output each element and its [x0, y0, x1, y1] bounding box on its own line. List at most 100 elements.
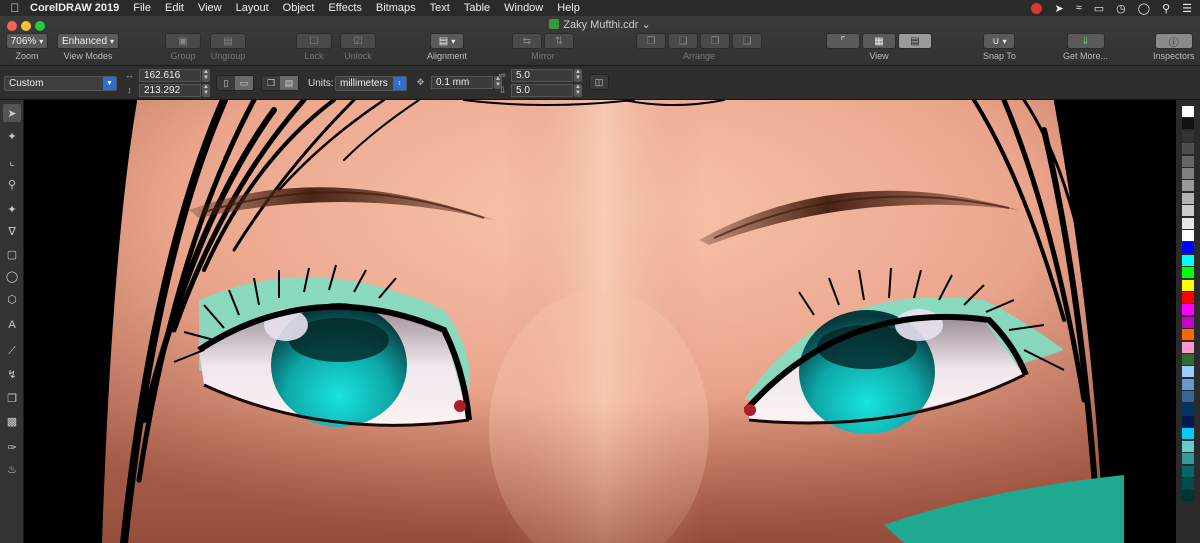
color-swatch[interactable]	[1182, 440, 1194, 452]
color-swatch[interactable]	[1182, 329, 1194, 341]
view-grid-button[interactable]: ▦	[862, 33, 896, 49]
page-width-stepper[interactable]: ▲ ▼	[202, 69, 210, 82]
units-select[interactable]: millimeters ↕	[335, 76, 407, 91]
color-swatch[interactable]	[1182, 254, 1194, 266]
eyedropper-tool-icon[interactable]: ✑	[3, 438, 21, 456]
menu-text[interactable]: Text	[430, 2, 450, 14]
color-swatch[interactable]	[1182, 192, 1194, 204]
back-one-button[interactable]: ❑	[732, 33, 762, 49]
color-swatch[interactable]	[1182, 118, 1194, 130]
color-swatch[interactable]	[1182, 230, 1194, 241]
connector-tool-icon[interactable]: ↯	[3, 365, 21, 383]
color-swatch[interactable]	[1182, 242, 1194, 254]
duplicate-x-stepper[interactable]: ▲ ▼	[574, 69, 582, 82]
spotlight-icon[interactable]: ⚲	[1162, 2, 1170, 15]
menu-object[interactable]: Object	[283, 2, 315, 14]
color-swatch[interactable]	[1182, 416, 1194, 427]
to-front-button[interactable]: ❐	[636, 33, 666, 49]
page-size-select[interactable]: Custom ▼	[4, 76, 117, 91]
group-button[interactable]: ▣	[165, 33, 201, 49]
color-swatch[interactable]	[1182, 341, 1194, 353]
menu-layout[interactable]: Layout	[236, 2, 269, 14]
alignment-dropdown[interactable]: ▤ ▾	[430, 33, 465, 49]
crop-tool-icon[interactable]: ⌞	[3, 152, 21, 170]
mirror-vertical-button[interactable]: ⇅	[544, 33, 574, 49]
page-width-field[interactable]: 162.616	[139, 69, 201, 82]
nudge-distance-field[interactable]: 0.1 mm	[431, 76, 493, 89]
zoom-dropdown[interactable]: 706% ▾	[6, 33, 48, 49]
mirror-horizontal-button[interactable]: ⇆	[512, 33, 542, 49]
color-swatch[interactable]	[1182, 267, 1194, 279]
color-swatch[interactable]	[1182, 316, 1194, 328]
user-icon[interactable]: ◯	[1138, 2, 1150, 15]
page-height-field[interactable]: 213.292	[139, 84, 201, 97]
menu-table[interactable]: Table	[464, 2, 490, 14]
lock-button[interactable]: ☐	[296, 33, 332, 49]
color-swatch[interactable]	[1182, 465, 1194, 477]
interactive-fill-tool-icon[interactable]: ♨	[3, 460, 21, 478]
view-guidelines-button[interactable]: ▤	[898, 33, 932, 49]
wifi-icon[interactable]: ≈	[1076, 2, 1082, 14]
color-swatch[interactable]	[1182, 478, 1194, 489]
color-swatch[interactable]	[1182, 279, 1194, 291]
shape-tool-icon[interactable]: ✦	[3, 127, 21, 145]
color-swatch[interactable]	[1182, 130, 1194, 142]
page-height-stepper[interactable]: ▲ ▼	[202, 84, 210, 97]
apple-icon[interactable]: 	[0, 1, 30, 15]
pick-tool-icon[interactable]: ➤	[3, 104, 21, 122]
text-tool-icon[interactable]: A	[3, 316, 21, 334]
artistic-media-tool-icon[interactable]: ∇	[3, 222, 21, 240]
parallel-dimension-tool-icon[interactable]: ⟋	[3, 342, 21, 360]
color-swatch[interactable]	[1182, 378, 1194, 390]
drawing-canvas[interactable]	[24, 100, 1176, 543]
app-status-icon[interactable]	[1031, 2, 1043, 14]
menu-window[interactable]: Window	[504, 2, 543, 14]
color-swatch[interactable]	[1182, 403, 1194, 415]
location-icon[interactable]: ➤	[1054, 2, 1063, 15]
view-modes-dropdown[interactable]: Enhanced ▾	[57, 33, 119, 49]
forward-one-button[interactable]: ❒	[700, 33, 730, 49]
battery-icon[interactable]: ▭	[1094, 2, 1104, 15]
color-swatch[interactable]	[1182, 143, 1194, 155]
polygon-tool-icon[interactable]: ⬡	[3, 290, 21, 308]
color-swatch[interactable]	[1182, 217, 1194, 229]
current-page-icon[interactable]: ▤	[280, 76, 298, 90]
color-swatch[interactable]	[1182, 168, 1194, 179]
color-swatch[interactable]	[1182, 155, 1194, 167]
menu-help[interactable]: Help	[557, 2, 580, 14]
color-swatch[interactable]	[1182, 304, 1194, 316]
menu-bitmaps[interactable]: Bitmaps	[376, 2, 416, 14]
color-swatch[interactable]	[1182, 180, 1194, 192]
all-pages-icon[interactable]: ❐	[262, 76, 280, 90]
notification-center-icon[interactable]: ☰	[1182, 2, 1192, 15]
rectangle-tool-icon[interactable]: ▢	[3, 245, 21, 263]
transparency-tool-icon[interactable]: ▩	[3, 412, 21, 430]
duplicate-x-field[interactable]: 5.0	[511, 69, 573, 82]
menu-file[interactable]: File	[133, 2, 151, 14]
menu-view[interactable]: View	[198, 2, 222, 14]
color-swatch[interactable]	[1182, 490, 1194, 502]
color-swatch[interactable]	[1182, 428, 1194, 440]
inspectors-button[interactable]: ⓘ	[1154, 33, 1193, 49]
drop-shadow-tool-icon[interactable]: ❐	[3, 389, 21, 407]
menu-edit[interactable]: Edit	[165, 2, 184, 14]
view-rulers-button[interactable]: ⌜	[826, 33, 860, 49]
color-swatch[interactable]	[1182, 205, 1194, 217]
color-swatch[interactable]	[1182, 354, 1194, 365]
get-more-button[interactable]: ⇓	[1066, 33, 1105, 49]
time-machine-icon[interactable]: ◷	[1116, 2, 1126, 15]
color-swatch[interactable]	[1182, 366, 1194, 378]
bleed-icon[interactable]: ◫	[590, 75, 608, 89]
ellipse-tool-icon[interactable]: ◯	[3, 267, 21, 285]
unlock-button[interactable]: ☑	[340, 33, 376, 49]
landscape-icon[interactable]: ▭	[235, 76, 253, 90]
to-back-button[interactable]: ❏	[668, 33, 698, 49]
color-swatch[interactable]	[1182, 106, 1194, 117]
color-swatch[interactable]	[1182, 391, 1194, 403]
snap-to-dropdown[interactable]: ∪ ▾	[983, 33, 1016, 49]
duplicate-y-field[interactable]: 5.0	[511, 84, 573, 97]
duplicate-y-stepper[interactable]: ▲ ▼	[574, 84, 582, 97]
zoom-tool-icon[interactable]: ⚲	[3, 175, 21, 193]
freehand-tool-icon[interactable]: ✦	[3, 200, 21, 218]
color-swatch[interactable]	[1182, 453, 1194, 465]
